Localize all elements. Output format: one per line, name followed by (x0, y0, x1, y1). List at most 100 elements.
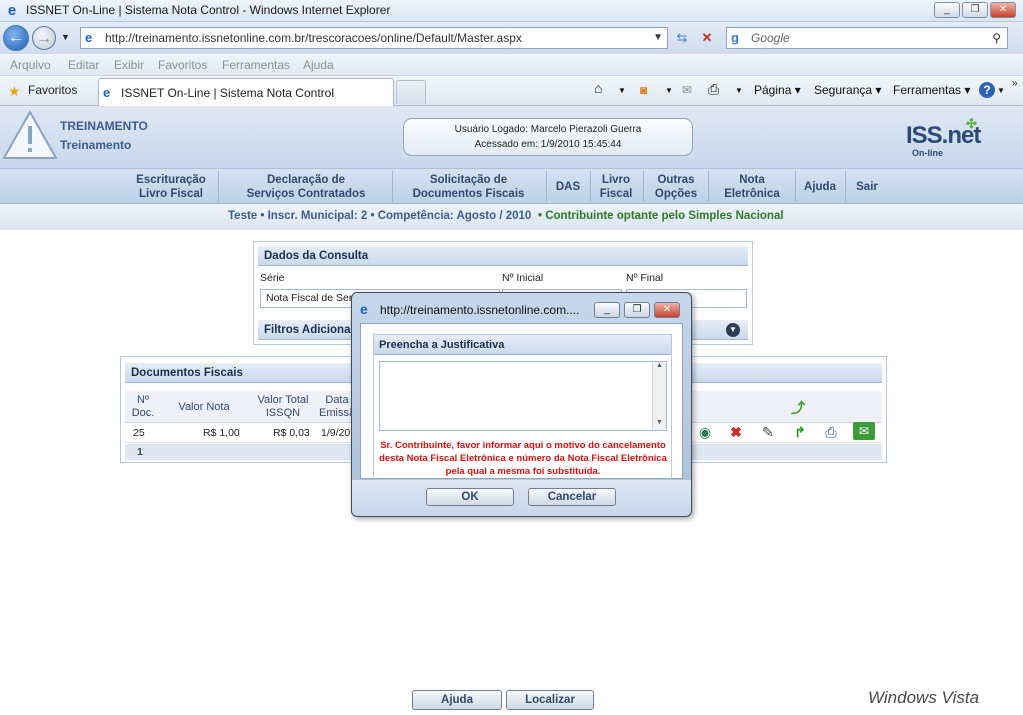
nav-label: Fiscal (599, 188, 633, 200)
page-link[interactable]: 1 (137, 446, 143, 458)
ie-icon: e (7, 2, 17, 19)
maximize-button[interactable]: ❐ (962, 2, 988, 18)
nav-label: Eletrônica (724, 188, 780, 200)
home-dropdown-icon[interactable]: ▼ (618, 86, 626, 95)
stop-icon[interactable]: ✕ (697, 28, 717, 48)
nav-solicitacao[interactable]: Solicitação de Documentos Fiscais (396, 169, 541, 205)
nav-label: Livro (601, 174, 631, 186)
nav-outras-opcoes[interactable]: Outras Opções (647, 169, 705, 205)
print-doc-icon[interactable]: ⎙ (822, 423, 840, 441)
rss-icon[interactable]: ◙ (640, 83, 647, 97)
nav-divider (643, 171, 644, 202)
favorites-bar: ★ Favoritos e ISSNET On-Line | Sistema N… (0, 76, 1023, 106)
menu-ferramentas[interactable]: Ferramentas (222, 58, 290, 72)
cancel-icon[interactable]: ✖ (727, 423, 745, 441)
nav-ajuda[interactable]: Ajuda (799, 169, 841, 205)
minimize-button[interactable]: _ (934, 2, 960, 18)
logo-mark-icon: ✣ (966, 116, 977, 131)
browser-tab-active[interactable]: e ISSNET On-Line | Sistema Nota Control (98, 78, 394, 106)
serie-label: Série (260, 272, 285, 284)
nav-divider (218, 171, 219, 202)
context-bar: Teste • Inscr. Municipal: 2 • Competênci… (0, 204, 1023, 230)
print-dropdown-icon[interactable]: ▼ (735, 86, 743, 95)
url-text: http://treinamento.issnetonline.com.br/t… (105, 31, 522, 45)
help-dropdown-icon[interactable]: ▼ (997, 86, 1005, 95)
toolbar-overflow-icon[interactable]: » (1012, 78, 1018, 89)
ok-button[interactable]: OK (426, 488, 514, 506)
menu-arquivo[interactable]: Arquivo (10, 58, 51, 72)
dialog-close-button[interactable]: ✕ (654, 302, 680, 318)
localizar-button[interactable]: Localizar (506, 690, 594, 710)
nav-escrituracao[interactable]: Escrituração Livro Fiscal (126, 169, 216, 205)
menu-ajuda[interactable]: Ajuda (303, 58, 334, 72)
tab-title: ISSNET On-Line | Sistema Nota Control (121, 86, 334, 100)
menu-editar[interactable]: Editar (68, 58, 99, 72)
edit-icon[interactable]: ✎ (759, 423, 777, 441)
tools-menu-label: Ferramentas (893, 83, 962, 97)
expand-icon[interactable]: ▼ (726, 323, 740, 337)
page-menu[interactable]: Página ▾ (754, 83, 801, 97)
nav-divider (590, 171, 591, 202)
help-icon[interactable]: ? (979, 82, 995, 98)
textarea-scrollbar[interactable]: ▲ ▼ (652, 362, 666, 430)
refresh-icon[interactable]: ⇆ (672, 28, 692, 48)
cell-ndoc: 25 (133, 427, 145, 439)
return-icon[interactable]: ↱ (791, 423, 809, 441)
rss-dropdown-icon[interactable]: ▼ (665, 86, 673, 95)
nav-label: Declaração de (267, 174, 345, 186)
nav-label: Opções (654, 188, 698, 200)
nav-livro-fiscal[interactable]: Livro Fiscal (594, 169, 638, 205)
col-ndoc: Nº Doc. (131, 394, 155, 419)
col-data-emissao: Data Emissã (319, 394, 355, 419)
nav-divider (845, 171, 846, 202)
justificativa-textarea[interactable]: ▲ ▼ (379, 361, 667, 431)
nav-label: Solicitação de (429, 174, 508, 186)
address-dropdown-icon[interactable]: ▼ (653, 28, 663, 48)
dialog-maximize-button[interactable]: ❐ (624, 302, 650, 318)
menu-exibir[interactable]: Exibir (114, 58, 144, 72)
close-button[interactable]: ✕ (990, 2, 1016, 18)
history-dropdown-icon[interactable]: ▼ (61, 32, 70, 42)
nav-divider (708, 171, 709, 202)
search-icon[interactable]: ⚲ (992, 28, 1001, 48)
dialog-minimize-button[interactable]: _ (594, 302, 620, 318)
cancelar-button[interactable]: Cancelar (528, 488, 616, 506)
justificativa-panel: Preencha a Justificativa ▲ ▼ Sr. Contribu… (373, 334, 672, 480)
numero-inicial-label: Nº Inicial (502, 272, 544, 284)
search-box[interactable]: g Google ⚲ (726, 27, 1008, 49)
nav-label: Documentos Fiscais (412, 188, 525, 200)
page-icon: e (85, 30, 93, 45)
mail-icon[interactable]: ✉ (682, 83, 692, 97)
col-valor-issqn: Valor Total ISSQN (257, 394, 309, 419)
address-bar[interactable]: e http://treinamento.issnetonline.com.br… (80, 27, 668, 49)
nav-label: DAS (555, 181, 581, 193)
security-menu[interactable]: Segurança ▾ (814, 83, 881, 97)
nav-declaracao[interactable]: Declaração de Serviços Contratados (222, 169, 390, 205)
numero-final-label: Nº Final (626, 272, 664, 284)
nav-das[interactable]: DAS (550, 169, 586, 205)
email-icon[interactable]: ✉ (853, 422, 875, 440)
back-button[interactable]: ← (3, 25, 29, 51)
favorites-button[interactable]: Favoritos (28, 83, 77, 97)
nav-nota-eletronica[interactable]: Nota Eletrônica (712, 169, 792, 205)
nav-sair[interactable]: Sair (849, 169, 885, 205)
dialog-title: http://treinamento.issnetonline.com.... (380, 303, 580, 317)
view-icon[interactable]: ◉ (696, 423, 714, 441)
nav-label: Serviços Contratados (246, 188, 366, 200)
home-icon[interactable]: ⌂ (594, 80, 602, 96)
cell-data: 1/9/20 (321, 427, 351, 439)
window-title-bar: e ISSNET On-Line | Sistema Nota Control … (0, 0, 1023, 22)
org-subtitle: Treinamento (60, 138, 132, 152)
menu-favoritos[interactable]: Favoritos (158, 58, 207, 72)
menu-bar: Arquivo Editar Exibir Favoritos Ferramen… (0, 54, 1023, 76)
tools-menu[interactable]: Ferramentas ▾ (893, 83, 970, 97)
ajuda-button[interactable]: Ajuda (412, 690, 502, 710)
page-menu-label: Página (754, 83, 792, 97)
nav-divider (392, 171, 393, 202)
new-tab-button[interactable] (396, 80, 426, 104)
forward-button[interactable]: → (32, 26, 56, 50)
favorites-star-icon: ★ (8, 83, 21, 99)
context-info: Teste • Inscr. Municipal: 2 • Competênci… (228, 210, 532, 222)
print-icon[interactable]: ⎙ (708, 81, 719, 98)
substitute-icon[interactable]: ⤴ (789, 399, 807, 417)
